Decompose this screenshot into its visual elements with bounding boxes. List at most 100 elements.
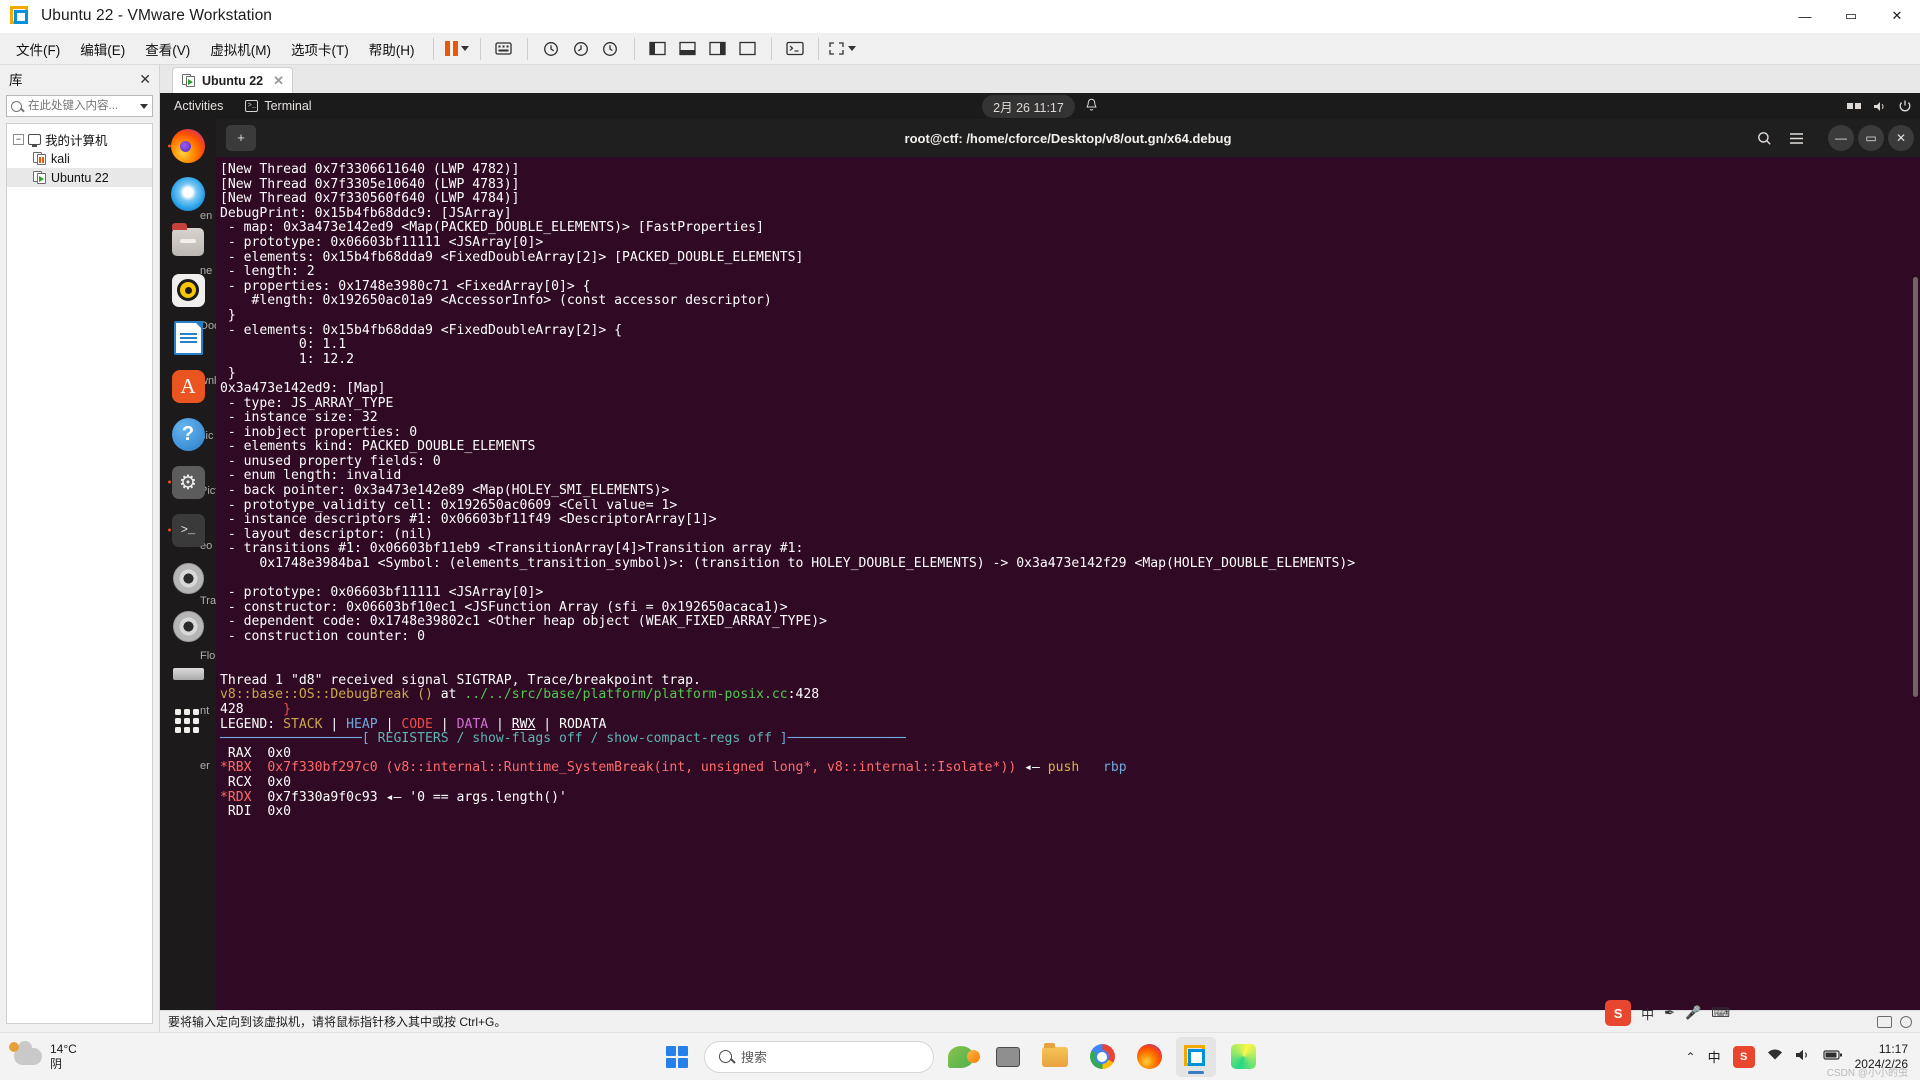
snapshot-manager-button[interactable] — [596, 36, 626, 62]
terminal-line: *RBX 0x7f330bf297c0 (v8::internal::Runti… — [220, 761, 1920, 776]
activities-button[interactable]: Activities — [160, 99, 235, 113]
taskbar-search-box[interactable]: 搜索 — [704, 1040, 934, 1073]
notification-bell-icon[interactable] — [1085, 98, 1098, 115]
vm-running-icon — [182, 74, 196, 87]
terminal-output-area[interactable]: [New Thread 0x7f3306611640 (LWP 4782)] [N… — [216, 157, 1920, 1010]
fullscreen-toggle-button[interactable] — [733, 36, 763, 62]
menu-edit[interactable]: 编辑(E) — [70, 35, 135, 63]
dock-item-help[interactable]: ? — [167, 413, 209, 455]
gnome-status-area[interactable] — [1847, 99, 1912, 113]
library-panel: 库 ✕ − 我的计算机 kali — [0, 65, 160, 1032]
terminal-maximize-button[interactable]: ▭ — [1858, 125, 1884, 151]
terminal-close-button[interactable]: ✕ — [1888, 125, 1914, 151]
tree-root-my-computer[interactable]: − 我的计算机 — [7, 130, 152, 149]
tab-ubuntu-22[interactable]: Ubuntu 22 ✕ — [172, 67, 294, 93]
terminal-span: - length: 2 — [220, 264, 315, 280]
stretch-guest-button[interactable] — [827, 36, 857, 62]
library-search[interactable] — [6, 95, 153, 117]
menu-help[interactable]: 帮助(H) — [359, 35, 425, 63]
snapshot-button[interactable] — [536, 36, 566, 62]
dock-item-thunderbird[interactable] — [167, 173, 209, 215]
show-hidden-icons-chevron-icon[interactable]: ⌃ — [1686, 1050, 1696, 1064]
suspend-button[interactable] — [442, 36, 472, 62]
taskbar-app-vmware[interactable] — [1176, 1036, 1216, 1077]
terminal-span: - back pointer: 0x3a473e142e89 <Map(HOLE… — [220, 483, 670, 499]
dock-item-ubuntu-software[interactable]: A — [167, 365, 209, 407]
hard-disk-icon[interactable] — [1877, 1015, 1892, 1028]
tab-close-icon[interactable]: ✕ — [273, 73, 284, 89]
ime-pen-icon[interactable]: ✒ — [1664, 1005, 1675, 1021]
taskbar-app-chrome[interactable] — [1082, 1037, 1122, 1077]
tray-sogou-icon[interactable]: S — [1732, 1045, 1755, 1068]
toolbar-separator — [432, 37, 434, 60]
library-close-icon[interactable]: ✕ — [139, 71, 151, 88]
new-tab-button[interactable]: + — [226, 125, 256, 151]
terminal-line: } — [220, 308, 1920, 324]
dock-item-usb[interactable] — [167, 653, 209, 695]
gnome-clock[interactable]: 2月 26 11:17 — [982, 94, 1075, 118]
taskbar-app-pycharm[interactable] — [1223, 1037, 1263, 1077]
tree-item-ubuntu-22[interactable]: Ubuntu 22 — [7, 168, 152, 187]
window-controls: — ▭ ✕ — [1782, 0, 1920, 32]
taskbar-app-file-explorer[interactable] — [1035, 1037, 1075, 1077]
minimize-button[interactable]: — — [1782, 0, 1828, 32]
terminal-span: ../../src/base/platform/platform-posix.c… — [464, 687, 788, 703]
dock-item-rhythmbox[interactable] — [167, 269, 209, 311]
active-app-menu[interactable]: >_ Terminal — [235, 99, 321, 113]
dock-item-libreoffice-writer[interactable] — [167, 317, 209, 359]
gear-icon: ⚙ — [171, 465, 205, 499]
dock-item-cdrom-2[interactable] — [167, 605, 209, 647]
terminal-span: - transitions #1: 0x06603bf11eb9 <Transi… — [220, 541, 804, 557]
tray-ime-indicator[interactable]: 中 — [1708, 1047, 1721, 1066]
show-library-button[interactable] — [643, 36, 673, 62]
dock-item-cdrom-1[interactable] — [167, 557, 209, 599]
menu-view[interactable]: 查看(V) — [135, 35, 200, 63]
send-ctrl-alt-del-button[interactable] — [489, 36, 519, 62]
taskbar-clock[interactable]: 11:17 2024/2/26 — [1855, 1042, 1908, 1072]
dock-item-terminal[interactable]: >_ — [167, 509, 209, 551]
terminal-scrollbar[interactable] — [1913, 277, 1918, 697]
terminal-line: LEGEND: STACK | HEAP | CODE | DATA | RWX… — [220, 717, 1920, 733]
ime-mode-label[interactable]: 中 — [1641, 1004, 1654, 1023]
terminal-line: - type: JS_ARRAY_TYPE — [220, 396, 1920, 412]
terminal-span: 428 — [220, 701, 284, 717]
revert-snapshot-button[interactable] — [566, 36, 596, 62]
maximize-button[interactable]: ▭ — [1828, 0, 1874, 32]
arrows-out-icon — [828, 42, 844, 55]
dock-item-firefox[interactable] — [167, 125, 209, 167]
library-tree: − 我的计算机 kali Ubuntu 22 — [6, 123, 153, 1024]
unity-mode-button[interactable] — [780, 36, 810, 62]
terminal-line: - transitions #1: 0x06603bf11eb9 <Transi… — [220, 542, 1920, 557]
tray-network-icon[interactable] — [1767, 1048, 1783, 1065]
pause-icon — [444, 41, 458, 56]
show-thumbnails-button[interactable] — [703, 36, 733, 62]
terminal-menu-button[interactable] — [1782, 125, 1810, 151]
tree-expander-icon[interactable]: − — [13, 134, 24, 145]
taskbar-app-firefox[interactable] — [1129, 1037, 1169, 1077]
tray-volume-icon[interactable] — [1795, 1048, 1811, 1065]
ime-keyboard-icon[interactable]: ⌨ — [1711, 1005, 1730, 1021]
close-button[interactable]: ✕ — [1874, 0, 1920, 32]
start-button[interactable] — [657, 1037, 697, 1077]
ime-mic-icon[interactable]: 🎤 — [1685, 1005, 1701, 1021]
tree-item-kali[interactable]: kali — [7, 149, 152, 168]
menu-file[interactable]: 文件(F) — [6, 35, 70, 63]
dock-item-files[interactable] — [167, 221, 209, 263]
dock-item-show-apps[interactable] — [167, 701, 209, 743]
vm-tab-strip: Ubuntu 22 ✕ — [160, 65, 1920, 93]
sogou-ime-icon[interactable]: S — [1605, 1000, 1632, 1026]
menu-tabs[interactable]: 选项卡(T) — [281, 35, 359, 63]
library-search-input[interactable] — [26, 99, 138, 113]
taskbar-app-task-view[interactable] — [988, 1037, 1028, 1077]
tray-battery-icon[interactable] — [1823, 1049, 1843, 1064]
menu-vm[interactable]: 虚拟机(M) — [200, 35, 281, 63]
terminal-line: - properties: 0x1748e3980c71 <FixedArray… — [220, 279, 1920, 295]
taskbar-app-weather[interactable] — [941, 1037, 981, 1077]
dock-item-settings[interactable]: ⚙ — [167, 461, 209, 503]
show-console-view-button[interactable] — [673, 36, 703, 62]
chevron-down-icon[interactable] — [140, 103, 148, 109]
terminal-minimize-button[interactable]: — — [1828, 125, 1854, 151]
terminal-search-button[interactable] — [1750, 125, 1778, 151]
taskbar-tray: ⌃ 中 S 11:17 2024/2/26 — [1686, 1042, 1920, 1072]
cd-drive-icon[interactable] — [1900, 1015, 1912, 1028]
